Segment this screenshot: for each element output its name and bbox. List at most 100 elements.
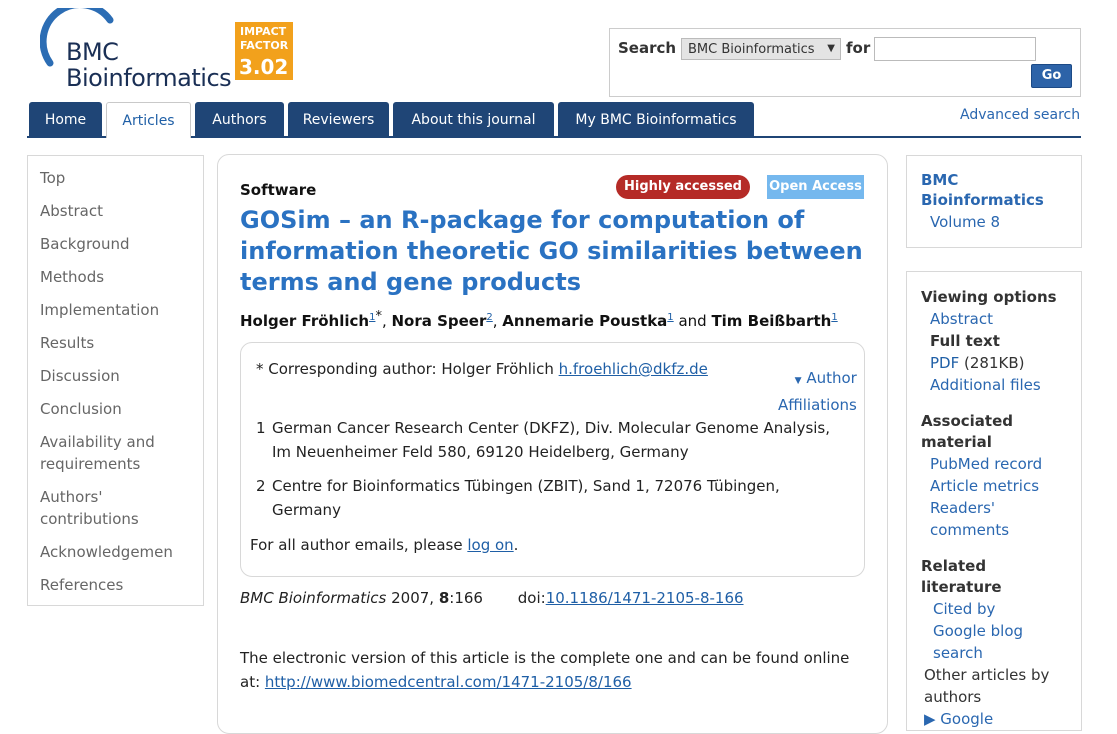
pdf-link[interactable]: PDF	[930, 354, 959, 372]
affiliation-text: German Cancer Research Center (DKFZ), Di…	[272, 419, 831, 437]
pdf-row: PDF (281KB)	[930, 352, 1024, 374]
google-blog-search-link[interactable]: Google blog	[933, 620, 1023, 642]
section-link-availability[interactable]: Availability and	[40, 431, 155, 453]
author-separator: ,	[492, 312, 503, 330]
section-link-abstract[interactable]: Abstract	[40, 200, 103, 222]
pdf-size: (281KB)	[959, 354, 1025, 372]
citation: BMC Bioinformatics 2007, 8:166 doi:10.11…	[240, 589, 744, 607]
article-type: Software	[240, 181, 317, 199]
full-text-current: Full text	[930, 332, 1000, 350]
section-link-background[interactable]: Background	[40, 233, 130, 255]
article-title-line-3: terms and gene products	[240, 268, 581, 296]
section-link-contributions[interactable]: Authors'	[40, 486, 102, 508]
toggle-label-2: Affiliations	[778, 396, 857, 414]
pubmed-record-link[interactable]: PubMed record	[930, 453, 1042, 475]
associated-material-heading: Associated	[921, 412, 1014, 430]
doi-link[interactable]: 10.1186/1471-2105-8-166	[546, 589, 744, 607]
note-prefix: at:	[240, 673, 265, 691]
emails-suffix: .	[513, 536, 519, 554]
tab-reviewers[interactable]: Reviewers	[288, 102, 389, 136]
author-name[interactable]: Tim Beißbarth	[711, 312, 831, 330]
tab-my-bmc[interactable]: My BMC Bioinformatics	[558, 102, 754, 136]
tab-about-journal[interactable]: About this journal	[393, 102, 554, 136]
google-authors-link[interactable]: ▶ Google	[924, 708, 993, 730]
log-on-link[interactable]: log on	[467, 536, 513, 554]
section-link-top[interactable]: Top	[40, 167, 65, 189]
readers-comments-link-2[interactable]: comments	[930, 519, 1009, 541]
author-name[interactable]: Annemarie Poustka	[502, 312, 667, 330]
other-articles-heading-2: authors	[924, 688, 982, 706]
abstract-link[interactable]: Abstract	[930, 308, 993, 330]
section-link-availability-2[interactable]: requirements	[40, 453, 140, 475]
citation-pages: 166	[454, 589, 483, 607]
google-blog-search-link-2[interactable]: search	[933, 642, 983, 664]
section-link-results[interactable]: Results	[40, 332, 94, 354]
affiliation-text: Germany	[272, 501, 341, 519]
search-scope-select[interactable]: BMC Bioinformatics ▼	[681, 38, 841, 60]
viewing-options-heading: Viewing options	[921, 288, 1057, 306]
toggle-label-1: Author	[806, 369, 857, 387]
author-affiliations-toggle[interactable]: ▼ Author Affiliations	[778, 366, 857, 417]
chevron-down-icon: ▼	[794, 376, 802, 386]
article-title-line-2: information theoretic GO similarities be…	[240, 237, 863, 265]
citation-year: 2007	[391, 589, 430, 607]
affiliation-text: Im Neuenheimer Feld 580, 69120 Heidelber…	[272, 443, 689, 461]
corresponding-text: * Corresponding author: Holger Fröhlich	[256, 360, 554, 378]
additional-files-link[interactable]: Additional files	[930, 374, 1041, 396]
impact-label-2: FACTOR	[240, 39, 289, 52]
volume-link[interactable]: Volume 8	[930, 211, 1000, 233]
related-literature-heading: Related	[921, 557, 987, 575]
section-link-methods[interactable]: Methods	[40, 266, 104, 288]
article-metrics-link[interactable]: Article metrics	[930, 475, 1039, 497]
tab-authors[interactable]: Authors	[195, 102, 284, 136]
article-title-line-1: GOSim – an R-package for computation of	[240, 206, 805, 234]
tab-articles[interactable]: Articles	[106, 102, 191, 138]
search-scope-value: BMC Bioinformatics	[688, 42, 815, 57]
tab-home[interactable]: Home	[29, 102, 102, 136]
section-link-implementation[interactable]: Implementation	[40, 299, 159, 321]
search-input[interactable]	[874, 37, 1036, 61]
open-access-badge: Open Access	[767, 175, 864, 199]
journal-name-link[interactable]: BMC	[921, 169, 958, 191]
cited-by-link[interactable]: Cited by	[933, 598, 995, 620]
affiliation-ref[interactable]: 1	[831, 312, 837, 323]
go-button[interactable]: Go	[1031, 64, 1072, 88]
corresponding-email-link[interactable]: h.froehlich@dkfz.de	[559, 360, 708, 378]
section-link-conclusion[interactable]: Conclusion	[40, 398, 122, 420]
impact-label-1: IMPACT	[240, 25, 287, 38]
electronic-version-note: The electronic version of this article i…	[240, 649, 850, 667]
emails-prefix: For all author emails, please	[250, 536, 468, 554]
journal-name-link-2[interactable]: Bioinformatics	[921, 189, 1044, 211]
logo-text-journal[interactable]: Bioinformatics	[66, 64, 232, 92]
section-link-contributions-2[interactable]: contributions	[40, 508, 139, 530]
readers-comments-link[interactable]: Readers'	[930, 497, 995, 519]
section-link-acknowledgements[interactable]: Acknowledgemen	[40, 541, 172, 563]
affiliation-number: 2	[256, 477, 266, 495]
highly-accessed-badge: Highly accessed	[616, 175, 750, 199]
author-name[interactable]: Holger Fröhlich	[240, 312, 369, 330]
affiliation-number: 1	[256, 419, 266, 437]
section-link-references[interactable]: References	[40, 574, 123, 596]
affiliation-text: Centre for Bioinformatics Tübingen (ZBIT…	[272, 477, 780, 495]
search-label: Search	[618, 39, 677, 57]
related-literature-heading-2: literature	[921, 578, 1002, 596]
section-link-discussion[interactable]: Discussion	[40, 365, 120, 387]
citation-journal: BMC Bioinformatics	[240, 589, 387, 607]
doi-label: doi:	[517, 589, 546, 607]
advanced-search-link[interactable]: Advanced search	[960, 107, 1080, 123]
electronic-version-url: at: http://www.biomedcentral.com/1471-21…	[240, 673, 632, 691]
author-and: and	[673, 312, 712, 330]
author-list: Holger Fröhlich1*, Nora Speer2, Annemari…	[240, 309, 838, 330]
logo-text-bmc[interactable]: BMC	[66, 38, 119, 66]
impact-value: 3.02	[239, 55, 289, 79]
corresponding-author: * Corresponding author: Holger Fröhlich …	[256, 360, 708, 378]
article-url-link[interactable]: http://www.biomedcentral.com/1471-2105/8…	[265, 673, 632, 691]
associated-material-heading-2: material	[921, 433, 992, 451]
citation-volume: 8	[438, 589, 450, 607]
impact-factor-badge: IMPACT FACTOR 3.02	[235, 22, 293, 80]
author-name[interactable]: Nora Speer	[391, 312, 486, 330]
chevron-down-icon: ▼	[827, 43, 835, 54]
for-label: for	[846, 39, 871, 57]
other-articles-heading: Other articles by	[924, 666, 1050, 684]
author-emails-note: For all author emails, please log on.	[250, 536, 518, 554]
